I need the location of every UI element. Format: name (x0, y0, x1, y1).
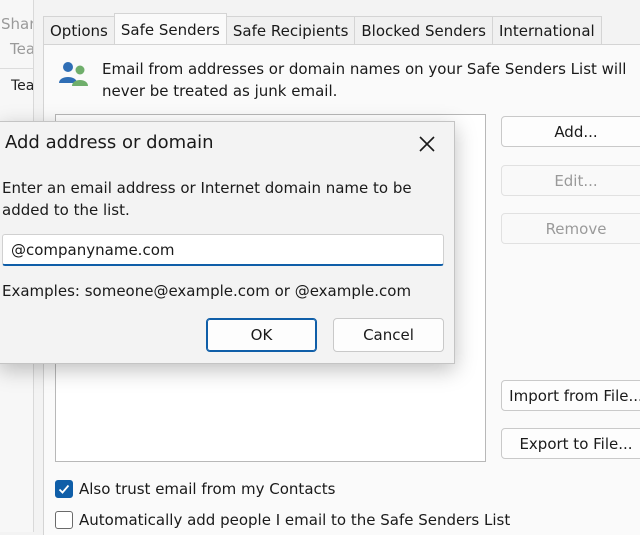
trust-contacts-checkbox[interactable] (55, 480, 73, 498)
tab-safe-senders[interactable]: Safe Senders (113, 13, 227, 44)
remove-button[interactable]: Remove (501, 213, 640, 244)
close-icon[interactable] (415, 132, 439, 156)
background-text: Tea (10, 40, 34, 58)
tab-international[interactable]: International (491, 16, 602, 44)
edit-button[interactable]: Edit... (501, 165, 640, 196)
background-text: Shar (1, 15, 34, 33)
auto-add-checkbox-row[interactable]: Automatically add people I email to the … (55, 509, 510, 531)
examples-text: Examples: someone@example.com or @exampl… (2, 282, 412, 300)
address-input[interactable] (2, 234, 444, 266)
divider (0, 68, 33, 69)
dialog-prompt: Enter an email address or Internet domai… (2, 179, 412, 219)
dialog-title: Add address or domain (5, 132, 214, 153)
ok-button[interactable]: OK (206, 318, 317, 352)
background-text: Tea (11, 78, 34, 94)
checkmark-icon (58, 484, 70, 494)
tab-blocked-senders[interactable]: Blocked Senders (354, 16, 493, 44)
cancel-button[interactable]: Cancel (333, 318, 444, 352)
tab-options[interactable]: Options (43, 16, 115, 44)
tab-safe-recipients[interactable]: Safe Recipients (225, 16, 356, 44)
people-icon (59, 62, 88, 86)
add-button[interactable]: Add... (501, 116, 640, 147)
auto-add-label: Automatically add people I email to the … (79, 511, 511, 529)
info-text: Email from addresses or domain names on … (102, 60, 627, 100)
auto-add-checkbox[interactable] (55, 511, 73, 529)
add-address-dialog: Add address or domain Enter an email add… (0, 121, 455, 364)
trust-contacts-checkbox-row[interactable]: Also trust email from my Contacts (55, 478, 335, 500)
export-to-file-button[interactable]: Export to File... (501, 428, 640, 459)
import-from-file-button[interactable]: Import from File... (501, 380, 640, 411)
trust-contacts-label: Also trust email from my Contacts (79, 480, 336, 498)
tab-bar: Options Safe Senders Safe Recipients Blo… (43, 13, 602, 44)
